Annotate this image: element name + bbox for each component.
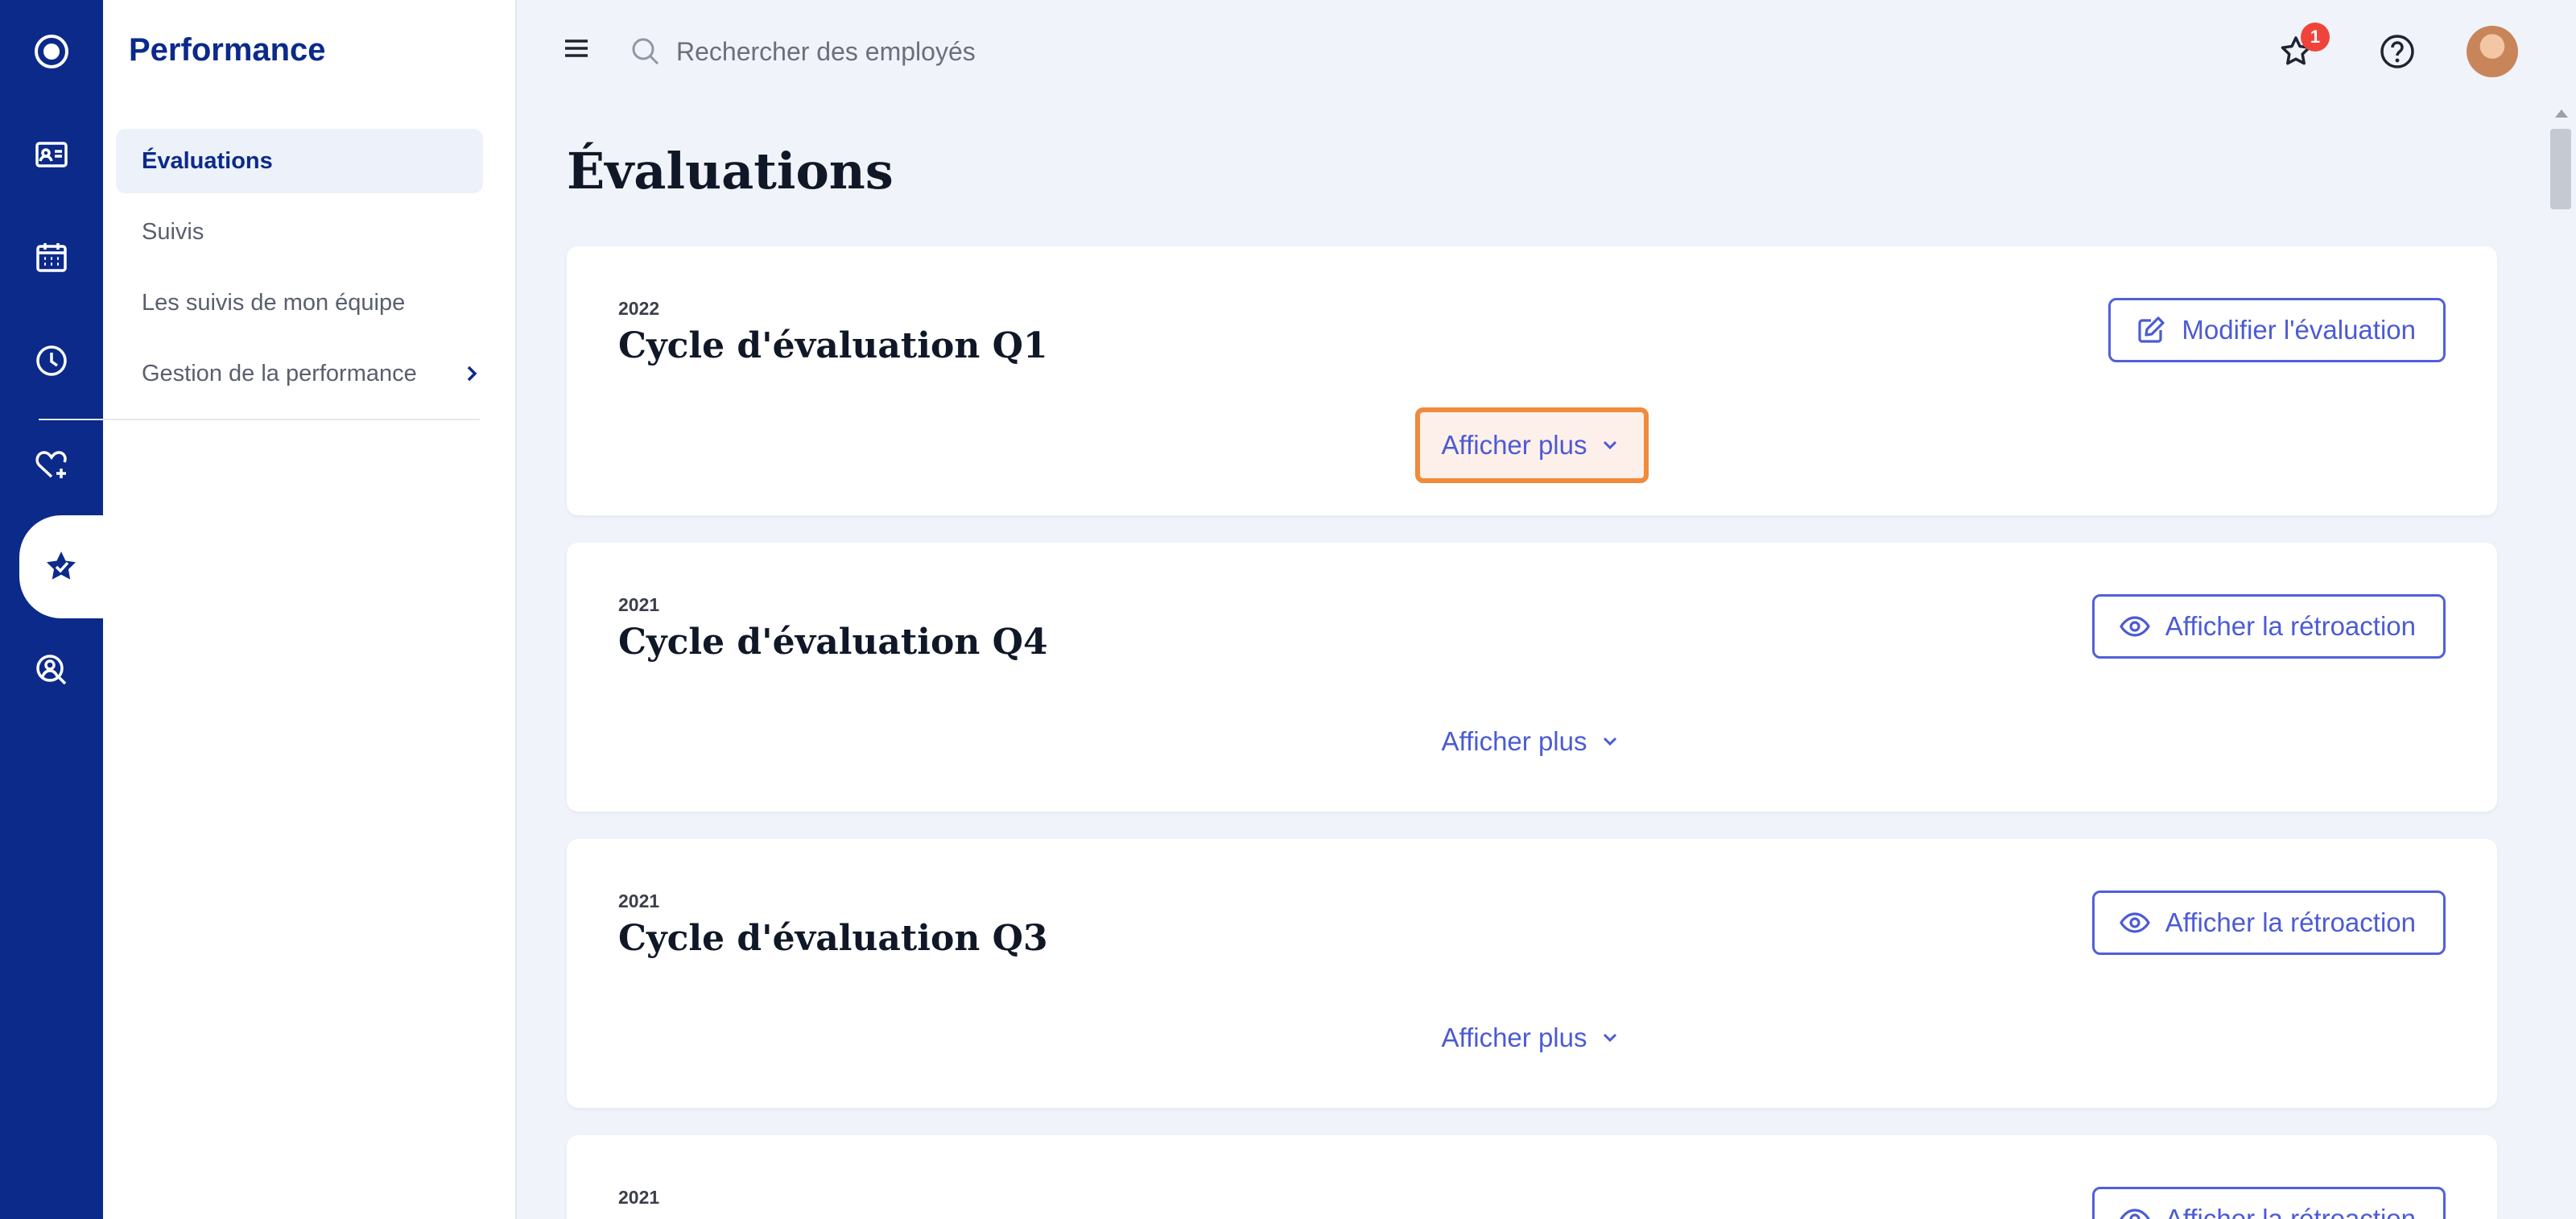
user-avatar[interactable] (2467, 26, 2518, 77)
card-year: 2021 (618, 594, 660, 615)
page-title: Évaluations (567, 142, 894, 200)
search-icon (632, 38, 659, 65)
chevron-down-icon (1604, 440, 1617, 450)
notification-badge: 1 (2301, 23, 2330, 52)
hamburger-menu-icon[interactable] (560, 32, 592, 64)
edit-evaluation-button[interactable]: Modifier l'évaluation (2108, 298, 2446, 362)
eye-icon (2119, 616, 2150, 637)
show-more-button[interactable]: Afficher plus (1415, 704, 1649, 779)
card-year: 2021 (618, 1187, 660, 1208)
clock-icon[interactable] (0, 309, 103, 412)
employee-search-input[interactable] (676, 29, 1288, 74)
button-label: Afficher plus (1441, 1023, 1587, 1052)
scrollbar[interactable] (2547, 103, 2576, 1219)
heart-plus-icon[interactable] (0, 412, 103, 515)
view-feedback-button[interactable]: Afficher la rétroaction (2091, 890, 2446, 955)
evaluation-card: 2021 Cycle d'évaluation Q3 Afficher la r… (567, 839, 2497, 1108)
person-search-icon[interactable] (0, 618, 103, 721)
performance-subnav: Performance Évaluations Suivis Les suivi… (103, 0, 517, 1219)
subnav-item-suivis[interactable]: Suivis (116, 200, 483, 264)
evaluation-card: 2022 Cycle d'évaluation Q1 Modifier l'év… (567, 246, 2497, 515)
show-more-button[interactable]: Afficher plus (1415, 1000, 1649, 1076)
chevron-down-icon (1604, 1033, 1617, 1043)
icon-rail (0, 0, 103, 1219)
calendar-icon[interactable] (0, 206, 103, 309)
view-feedback-button[interactable]: Afficher la rétroaction (2091, 1187, 2446, 1219)
chevron-right-icon (467, 366, 477, 382)
scroll-up-arrow-icon[interactable] (2555, 110, 2568, 118)
show-more-button[interactable]: Afficher plus (1415, 407, 1649, 483)
subnav-item-performance-management[interactable]: Gestion de la performance (116, 341, 483, 406)
button-label: Afficher plus (1441, 430, 1587, 460)
scrollbar-thumb[interactable] (2550, 129, 2571, 209)
subnav-item-label: Gestion de la performance (142, 360, 417, 386)
card-title: Cycle d'évaluation Q1 (618, 325, 1048, 366)
subnav-item-evaluations[interactable]: Évaluations (116, 129, 483, 193)
help-circle-icon (2380, 35, 2414, 68)
button-label: Afficher la rétroaction (2165, 1204, 2416, 1219)
button-label: Afficher la rétroaction (2165, 611, 2416, 641)
card-title: Cycle d'évaluation Q3 (618, 918, 1048, 959)
button-label: Afficher plus (1441, 726, 1587, 756)
id-card-icon[interactable] (0, 103, 103, 206)
button-label: Afficher la rétroaction (2165, 907, 2416, 937)
edit-icon (2138, 316, 2165, 343)
evaluation-card: 2021 Afficher la rétroaction (567, 1135, 2497, 1219)
card-year: 2021 (618, 890, 660, 911)
subnav-item-team-followups[interactable]: Les suivis de mon équipe (116, 271, 483, 335)
subnav-divider (39, 419, 480, 420)
eye-icon (2119, 1209, 2150, 1219)
app-logo-icon[interactable] (0, 0, 103, 103)
view-feedback-button[interactable]: Afficher la rétroaction (2091, 594, 2446, 659)
card-title: Cycle d'évaluation Q4 (618, 622, 1048, 663)
eye-icon (2119, 912, 2150, 933)
evaluation-card: 2021 Cycle d'évaluation Q4 Afficher la r… (567, 543, 2497, 812)
star-check-icon[interactable] (19, 515, 103, 618)
card-year: 2022 (618, 298, 660, 319)
button-label: Modifier l'évaluation (2182, 315, 2416, 345)
chevron-down-icon (1604, 737, 1617, 746)
subnav-title: Performance (129, 32, 326, 68)
help-button[interactable] (2375, 29, 2420, 74)
